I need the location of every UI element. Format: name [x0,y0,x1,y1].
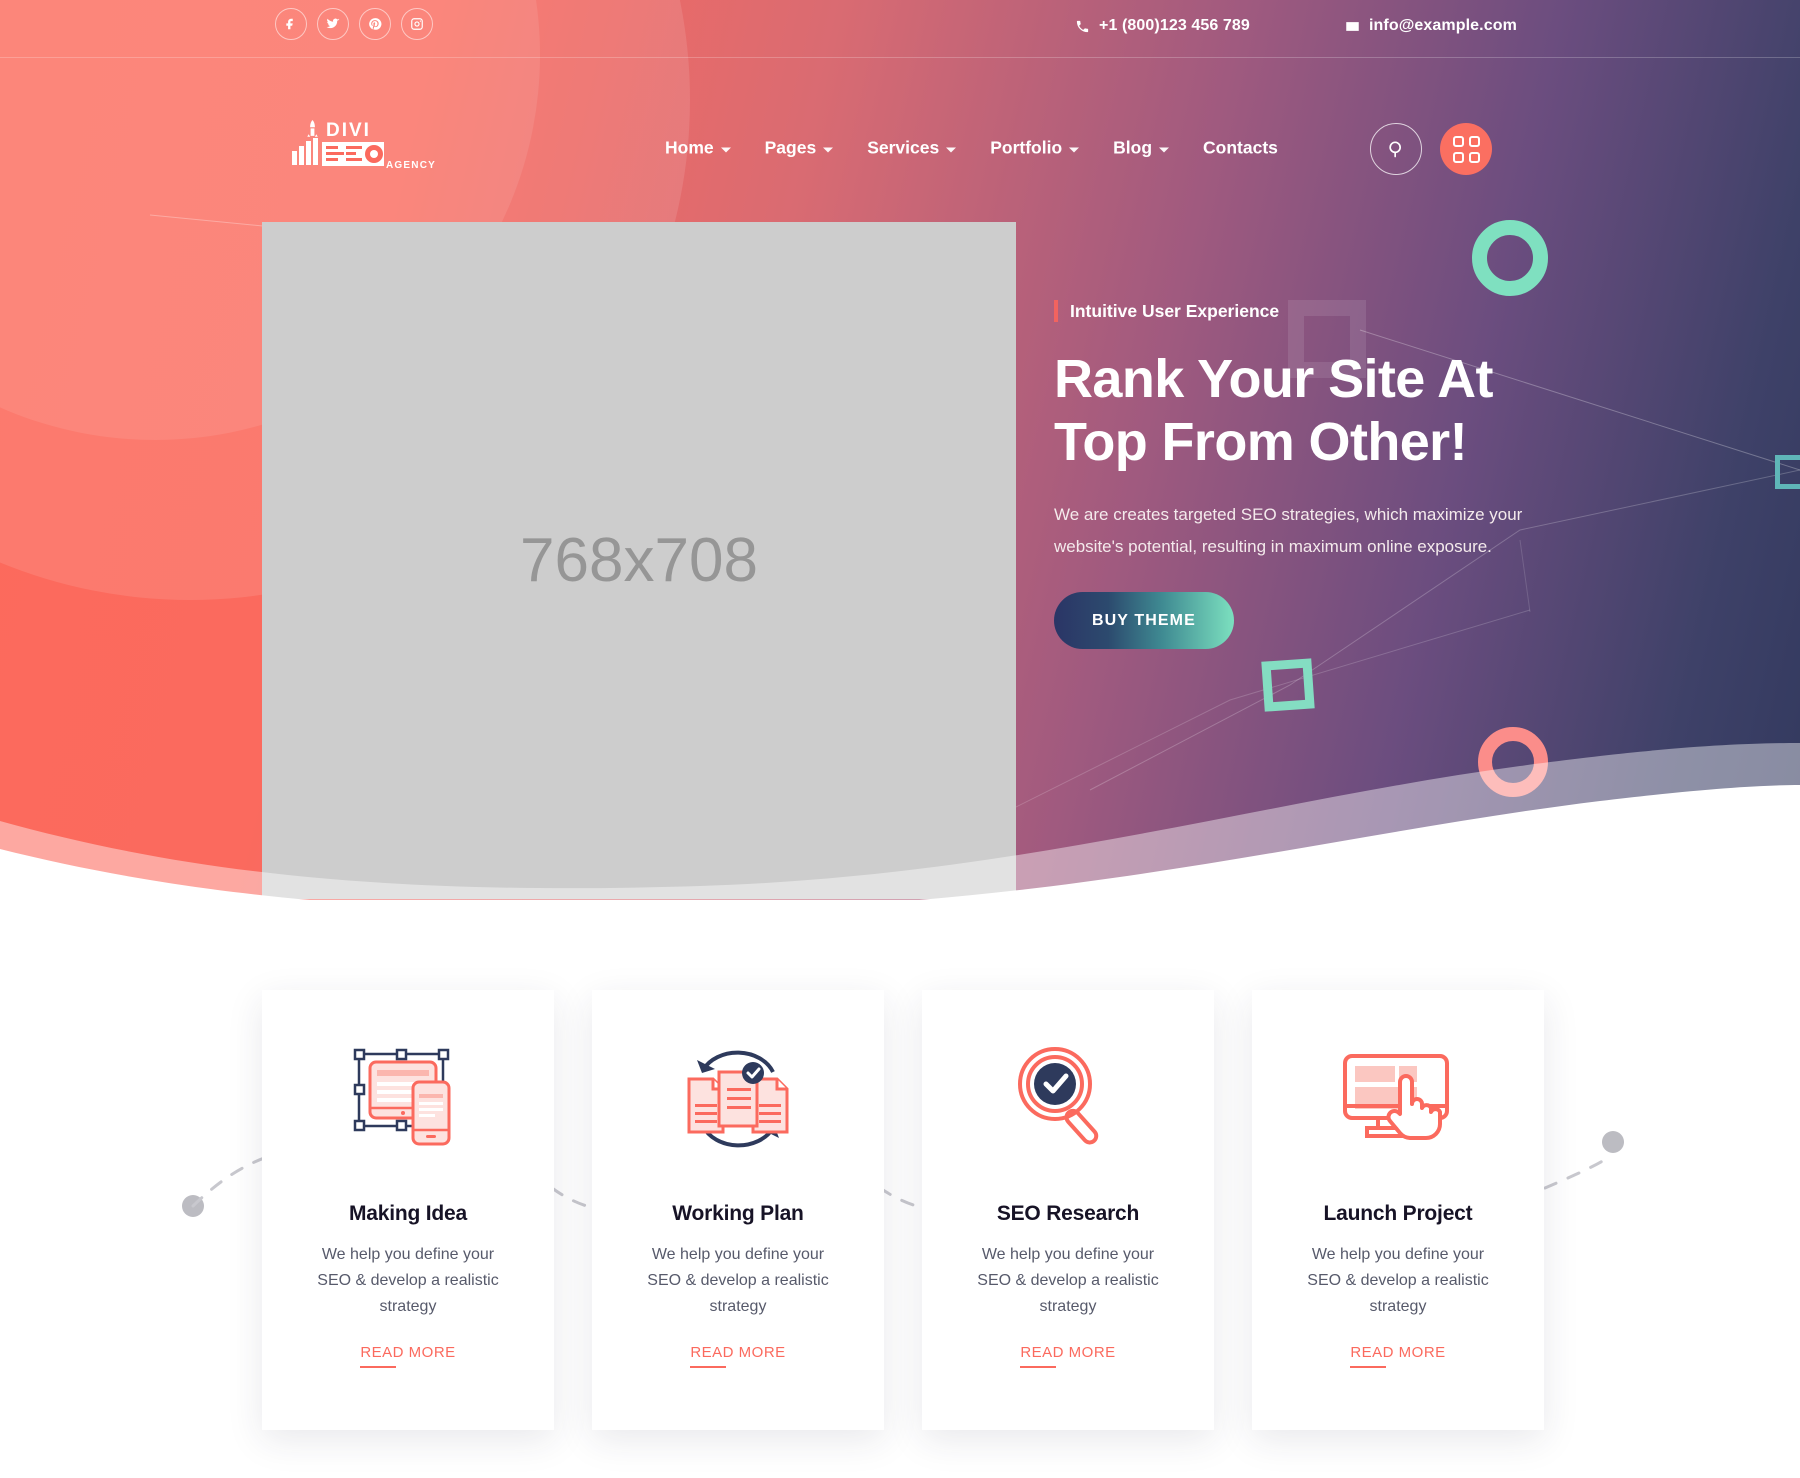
read-more-link[interactable]: READ MORE [1350,1344,1445,1368]
buy-theme-button[interactable]: BUY THEME [1054,592,1234,650]
feature-card[interactable]: Working Plan We help you define your SEO… [592,990,884,1430]
grid-menu-button[interactable] [1440,123,1492,175]
email-address: info@example.com [1369,17,1517,34]
nav-label: Services [867,137,940,158]
feature-card[interactable]: Launch Project We help you define your S… [1252,990,1544,1430]
read-more-link[interactable]: READ MORE [690,1344,785,1368]
feature-card[interactable]: Making Idea We help you define your SEO … [262,990,554,1430]
hero-wave-divider [0,743,1800,900]
read-more-link[interactable]: READ MORE [360,1344,455,1368]
phone-number: +1 (800)123 456 789 [1099,17,1250,34]
feature-card[interactable]: SEO Research We help you define your SEO… [922,990,1214,1430]
card-title: Working Plan [672,1202,804,1225]
hero-eyebrow: Intuitive User Experience [1054,300,1584,322]
hero-title: Rank Your Site At Top From Other! [1054,349,1493,472]
envelope-icon [1346,21,1359,31]
page-root: +1 (800)123 456 789 info@example.com DIV… [0,0,1800,1478]
hero-eyebrow-text: Intuitive User Experience [1070,300,1280,321]
instagram-icon[interactable] [401,8,433,40]
nav-item-blog[interactable]: Blog [1113,137,1170,159]
card-title: SEO Research [996,1202,1140,1225]
card-description: We help you define your SEO & develop a … [647,1246,829,1315]
nav-label: Pages [764,137,817,158]
nav-item-home[interactable]: Home [665,138,731,159]
svg-text:DIVI: DIVI [326,120,371,141]
responsive-design-icon [353,1048,451,1146]
search-button[interactable] [1370,123,1422,175]
nav-item-pages[interactable]: Pages [765,138,834,159]
nav-item-portfolio[interactable]: Portfolio [990,137,1080,159]
card-title: Making Idea [349,1202,467,1225]
search-icon [1389,141,1401,158]
nav-item-contacts[interactable]: Contacts [1203,138,1278,159]
chevron-down-icon [1159,147,1170,152]
card-description: We help you define your SEO & develop a … [317,1246,499,1315]
read-more-link[interactable]: READ MORE [1020,1344,1115,1368]
svg-text:AGENCY: AGENCY [386,160,436,171]
documents-cycle-icon [687,1050,789,1148]
twitter-icon[interactable] [317,8,349,40]
facebook-icon[interactable] [275,8,307,40]
magnifier-check-icon [1018,1047,1099,1145]
chevron-down-icon [1069,147,1080,152]
decorative-square-teal [1775,455,1800,489]
card-title: Launch Project [1323,1202,1473,1225]
card-description: We help you define your SEO & develop a … [977,1246,1159,1315]
hero-subtitle: We are creates targeted SEO strategies, … [1054,505,1523,556]
nav-menu: Home Pages Services Portfolio Blog Conta… [665,138,1278,159]
email-contact[interactable]: info@example.com [1345,17,1517,35]
nav-label: Blog [1113,137,1153,158]
social-links [275,8,433,40]
nav-item-services[interactable]: Services [867,137,957,159]
pinterest-icon[interactable] [359,8,391,40]
nav-actions [1370,123,1492,175]
chevron-down-icon [946,147,957,152]
nav-label: Home [665,137,714,158]
decorative-ring-mint [1472,220,1548,296]
eyebrow-accent-bar [1054,300,1058,322]
divi-seo-agency-logo-icon: DIVI AGENCY [292,120,436,171]
features-section: Making Idea We help you define your SEO … [0,990,1800,1460]
chevron-down-icon [823,147,834,152]
main-navigation: DIVI AGENCY Home Pages Services Portfoli… [0,57,1800,175]
phone-icon [1076,20,1089,32]
hero-section: +1 (800)123 456 789 info@example.com DIV… [0,0,1800,900]
chevron-down-icon [720,147,731,152]
phone-contact[interactable]: +1 (800)123 456 789 [1075,17,1250,35]
top-bar: +1 (800)123 456 789 info@example.com [0,0,1800,57]
nav-label: Contacts [1203,137,1278,158]
monitor-click-icon [1343,1054,1449,1140]
site-logo[interactable]: DIVI AGENCY [290,118,465,176]
nav-label: Portfolio [990,137,1063,158]
card-description: We help you define your SEO & develop a … [1307,1246,1489,1315]
hero-content: Intuitive User Experience Rank Your Site… [1054,300,1584,650]
grid-icon [1452,135,1480,163]
